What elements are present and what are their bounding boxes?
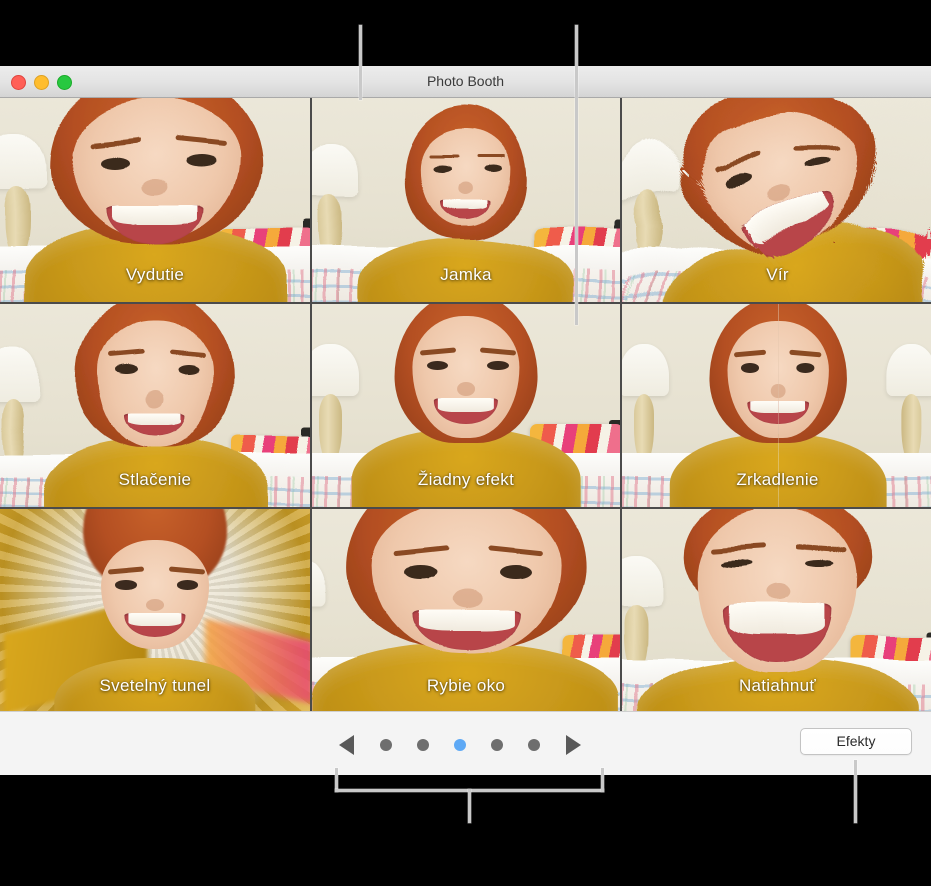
effect-cell-ziadny-efekt[interactable]: Žiadny efekt: [312, 304, 620, 507]
window-title: Photo Booth: [426, 73, 505, 89]
effect-thumbnail-callout: [359, 25, 362, 100]
effects-grid: Vydutie Jamka Vír Stlačenie Žiadny efekt…: [0, 98, 931, 713]
page-dot-1[interactable]: [380, 739, 392, 751]
page-controls-callout-stem: [468, 789, 471, 823]
selected-effect-callout: [575, 25, 578, 325]
photo-booth-window: Photo Booth Vydutie Jamka Vír Stlačenie …: [0, 66, 931, 775]
page-dots: [380, 739, 540, 751]
effect-cell-rybie-oko[interactable]: Rybie oko: [312, 509, 620, 713]
window-titlebar: Photo Booth: [0, 66, 931, 98]
page-controls-callout-right: [601, 768, 604, 792]
previous-page-arrow-icon[interactable]: [335, 732, 361, 758]
next-page-arrow-icon[interactable]: [559, 732, 585, 758]
page-dot-4[interactable]: [491, 739, 503, 751]
effect-cell-zrkadlenie[interactable]: Zrkadlenie: [622, 304, 931, 507]
page-controls: [335, 732, 585, 758]
page-dot-3[interactable]: [454, 739, 466, 751]
effect-cell-natiahnut[interactable]: Natiahnuť: [622, 509, 931, 713]
effect-cell-vir[interactable]: Vír: [622, 98, 931, 302]
effect-cell-svetelny-tunel[interactable]: Svetelný tunel: [0, 509, 310, 713]
page-dot-2[interactable]: [417, 739, 429, 751]
effects-button-callout: [854, 760, 857, 823]
page-dot-5[interactable]: [528, 739, 540, 751]
effect-cell-stlacenie[interactable]: Stlačenie: [0, 304, 310, 507]
effects-button[interactable]: Efekty: [800, 728, 912, 755]
bottom-toolbar: Efekty: [0, 711, 931, 775]
effect-cell-jamka[interactable]: Jamka: [312, 98, 620, 302]
effect-cell-vydutie[interactable]: Vydutie: [0, 98, 310, 302]
